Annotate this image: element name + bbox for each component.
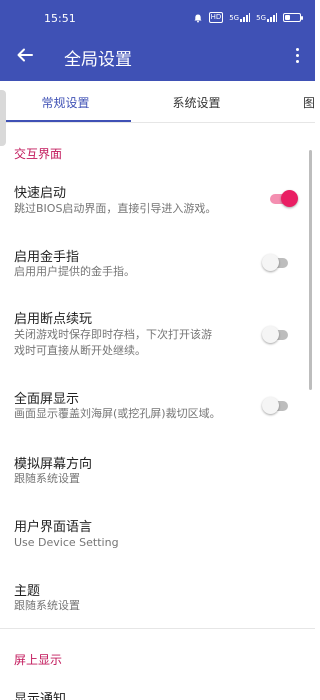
setting-subtitle-line-2: 戏时可直接从断开处继续。: [14, 344, 146, 357]
fast-boot-switch[interactable]: [268, 189, 298, 207]
arrow-left-icon: [17, 48, 33, 62]
section-header-interaction: 交互界面: [14, 147, 63, 161]
switch-thumb: [262, 254, 279, 271]
page-title: 全局设置: [64, 50, 132, 70]
more-vert-icon: [295, 47, 299, 51]
signal-1-label: 5G: [229, 13, 240, 22]
tab-bar: 常规设置 系统设置 图: [0, 81, 315, 123]
cheats-switch[interactable]: [262, 253, 292, 271]
setting-title: 主题: [14, 584, 41, 599]
setting-title: 启用金手指: [14, 250, 80, 265]
setting-title: 用户界面语言: [14, 520, 93, 535]
tab-divider: [0, 122, 315, 123]
battery-level: [285, 15, 290, 20]
setting-subtitle-line-1: 关闭游戏时保存即时存档，下次打开该游: [14, 328, 212, 341]
app-header: 15:51 HD 5G 5G 全局设置: [0, 0, 315, 81]
tab-system-settings[interactable]: 系统设置: [131, 81, 262, 123]
fullscreen-switch[interactable]: [262, 396, 292, 414]
alarm-icon: [193, 13, 203, 23]
setting-title: 模拟屏幕方向: [14, 457, 93, 472]
signal-icon-2: 5G: [256, 13, 277, 22]
status-icons: HD 5G 5G: [193, 12, 303, 23]
drawer-handle[interactable]: [0, 90, 6, 146]
resume-play-switch[interactable]: [262, 325, 292, 343]
setting-title: 显示通知: [14, 692, 67, 700]
setting-subtitle: Use Device Setting: [14, 536, 119, 549]
setting-title: 启用断点续玩: [14, 312, 93, 327]
setting-subtitle: 跟随系统设置: [14, 599, 80, 612]
overflow-menu-button[interactable]: [287, 42, 307, 68]
section-divider: [0, 628, 315, 629]
section-header-osd: 屏上显示: [14, 653, 63, 667]
setting-subtitle: 跟随系统设置: [14, 472, 80, 485]
switch-thumb: [281, 190, 298, 207]
setting-subtitle: 画面显示覆盖刘海屏(或挖孔屏)裁切区域。: [14, 407, 221, 420]
setting-subtitle: 启用用户提供的金手指。: [14, 265, 135, 278]
tab-graphics-settings[interactable]: 图: [262, 81, 320, 123]
signal-icon-1: 5G: [229, 13, 251, 22]
setting-title: 全面屏显示: [14, 392, 80, 407]
signal-2-label: 5G: [256, 13, 266, 22]
setting-title: 快速启动: [14, 186, 67, 201]
switch-thumb: [262, 397, 279, 414]
tab-general-settings[interactable]: 常规设置: [0, 81, 131, 123]
scrollbar[interactable]: [309, 150, 312, 390]
back-button[interactable]: [12, 42, 38, 68]
setting-subtitle: 跳过BIOS启动界面，直接引导进入游戏。: [14, 202, 217, 215]
battery-icon: [283, 13, 303, 22]
hd-badge: HD: [208, 12, 224, 23]
status-time: 15:51: [44, 12, 76, 25]
switch-thumb: [262, 326, 279, 343]
